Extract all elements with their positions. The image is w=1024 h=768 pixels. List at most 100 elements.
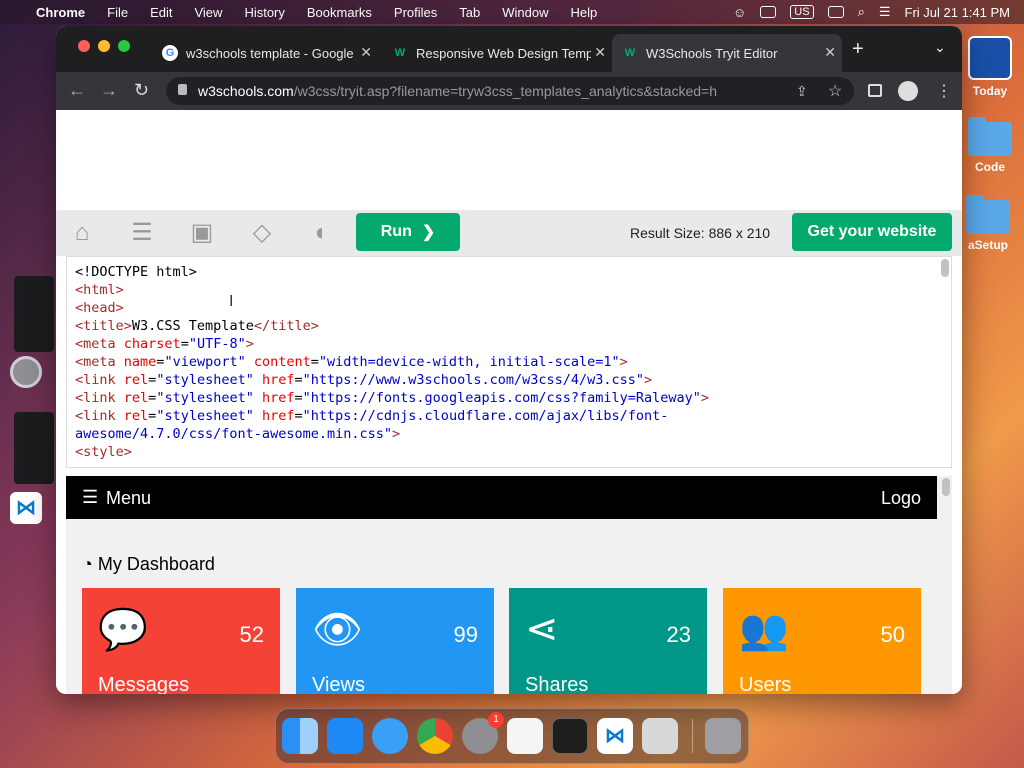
code-token: <meta [75, 354, 124, 370]
vscode-icon[interactable]: ⋈ [597, 718, 633, 754]
vscode-app-icon[interactable]: ⋈ [10, 492, 42, 524]
tab-google[interactable]: G w3schools template - Google ✕ [152, 34, 378, 72]
url-bar[interactable]: w3schools.com/w3css/tryit.asp?filename=t… [166, 77, 854, 105]
tab-responsive[interactable]: W Responsive Web Design Temp ✕ [382, 34, 612, 72]
bookmark-star-icon[interactable]: ☆ [828, 81, 842, 101]
code-line: <title>W3.CSS Template</title> [75, 317, 943, 335]
code-token: href [261, 372, 295, 388]
close-tab-icon[interactable]: ✕ [824, 44, 836, 61]
card-users[interactable]: 👥 50 Users [723, 588, 921, 694]
card-label: Users [739, 674, 792, 694]
close-window-button[interactable] [78, 40, 90, 52]
menu-icon[interactable]: ☰ [128, 219, 156, 247]
get-your-website-button[interactable]: Get your website [792, 213, 952, 251]
tab-search-chevron-icon[interactable]: ⌄ [934, 39, 946, 56]
folder-icon [966, 195, 1010, 234]
settings-app-icon[interactable] [10, 356, 42, 388]
profile-avatar-icon[interactable] [898, 81, 918, 101]
desktop-icon-asetup[interactable]: aSetup [964, 195, 1012, 252]
close-tab-icon[interactable]: ✕ [594, 44, 606, 61]
card-shares[interactable]: ⋖ 23 Shares [509, 588, 707, 694]
code-token: rel [123, 390, 149, 406]
editor-scrollbar[interactable] [941, 259, 949, 277]
menu-tab[interactable]: Tab [459, 5, 480, 20]
code-token: = [294, 408, 303, 424]
chevron-right-icon: ❯ [421, 224, 436, 241]
code-token: rel [123, 372, 149, 388]
spotlight-search-icon[interactable]: ⌕ [858, 4, 865, 20]
card-count: 23 [666, 622, 691, 647]
menu-file[interactable]: File [107, 5, 128, 20]
chrome-menu-icon[interactable]: ⋮ [936, 81, 952, 101]
code-token: > [619, 354, 628, 370]
desktop-icon-today[interactable]: Today [966, 36, 1014, 98]
back-arrow-icon[interactable]: ← [68, 80, 86, 101]
tab-title: w3schools template - Google [186, 45, 354, 61]
share-icon: ⋖ [525, 607, 559, 651]
code-editor[interactable]: <!DOCTYPE html> <html> <head> <title>W3.CSS… [66, 256, 952, 468]
menu-bookmarks[interactable]: Bookmarks [307, 5, 372, 20]
screen-mirroring-icon[interactable] [827, 6, 844, 18]
code-token: <!DOCTYPE html> [75, 264, 197, 280]
code-token: "stylesheet" [156, 408, 262, 424]
code-token: awesome/4.7.0/css/font-awesome.min.css" [75, 426, 392, 442]
code-line: <html> [75, 281, 943, 299]
side-panel-icon[interactable] [868, 84, 882, 97]
menu-view[interactable]: View [194, 5, 222, 20]
launchpad-icon[interactable] [642, 718, 678, 754]
code-token: <link [75, 408, 124, 424]
stage-manager-thumb[interactable] [14, 276, 54, 352]
code-line: <meta name="viewport" content="width=dev… [75, 353, 943, 371]
safari-icon[interactable] [372, 718, 408, 754]
rotate-icon[interactable]: ◇ [248, 219, 276, 247]
w3schools-icon: W [394, 47, 406, 59]
menu-profiles[interactable]: Profiles [394, 5, 437, 20]
app-store-icon[interactable] [327, 718, 363, 754]
menu-edit[interactable]: Edit [150, 5, 172, 20]
code-token: "stylesheet" [156, 372, 262, 388]
textedit-icon[interactable] [507, 718, 543, 754]
home-icon[interactable]: ⌂ [68, 219, 96, 247]
control-center-icon[interactable]: ☰ [879, 4, 891, 20]
code-token: = [180, 336, 189, 352]
minimize-window-button[interactable] [98, 40, 110, 52]
menu-history[interactable]: History [244, 5, 284, 20]
tab-tryit-editor[interactable]: W W3Schools Tryit Editor ✕ [612, 34, 842, 72]
code-token: charset [123, 336, 181, 352]
close-tab-icon[interactable]: ✕ [360, 44, 372, 61]
finder-icon[interactable] [282, 718, 318, 754]
result-frame[interactable]: ☰ Menu Logo ◔ My Dashboard 💬 52 Messages… [66, 476, 952, 694]
save-icon[interactable]: ▣ [188, 219, 216, 247]
url-host: w3schools.com [198, 83, 294, 99]
card-views[interactable]: 👁 99 Views [296, 588, 494, 694]
theme-contrast-icon[interactable]: ◐ [308, 219, 336, 247]
notification-badge: 1 [488, 712, 504, 728]
run-button[interactable]: Run ❯ [356, 213, 460, 251]
menu-help[interactable]: Help [571, 5, 598, 20]
app-menu[interactable]: Chrome [36, 5, 85, 20]
new-tab-button[interactable]: + [852, 38, 864, 61]
zoom-window-button[interactable] [118, 40, 130, 52]
chrome-icon[interactable] [417, 718, 453, 754]
code-token: "viewport" [164, 354, 254, 370]
menu-button[interactable]: Menu [106, 488, 151, 509]
hamburger-icon[interactable]: ☰ [82, 487, 98, 508]
input-source-indicator[interactable]: US [790, 5, 814, 19]
stage-manager-icon[interactable] [760, 6, 777, 18]
w3schools-icon: W [624, 47, 636, 59]
stage-manager-thumb[interactable] [14, 412, 54, 484]
code-text[interactable]: <!DOCTYPE html> <html> <head> <title>W3.CSS… [67, 257, 951, 467]
card-messages[interactable]: 💬 52 Messages [82, 588, 280, 694]
share-icon[interactable]: ⇪ [796, 83, 808, 100]
menu-window[interactable]: Window [502, 5, 548, 20]
code-line: <style> [75, 443, 943, 461]
reload-icon[interactable]: ↻ [134, 80, 149, 101]
emoji-status-icon[interactable]: ☺ [733, 5, 746, 20]
result-scrollbar[interactable] [942, 478, 950, 496]
forward-arrow-icon[interactable]: → [100, 80, 118, 101]
desktop-icon-code[interactable]: Code [966, 117, 1014, 174]
clock[interactable]: Fri Jul 21 1:41 PM [905, 5, 1011, 20]
trash-icon[interactable] [705, 718, 741, 754]
terminal-icon[interactable] [552, 718, 588, 754]
system-settings-icon[interactable]: 1 [462, 712, 504, 754]
